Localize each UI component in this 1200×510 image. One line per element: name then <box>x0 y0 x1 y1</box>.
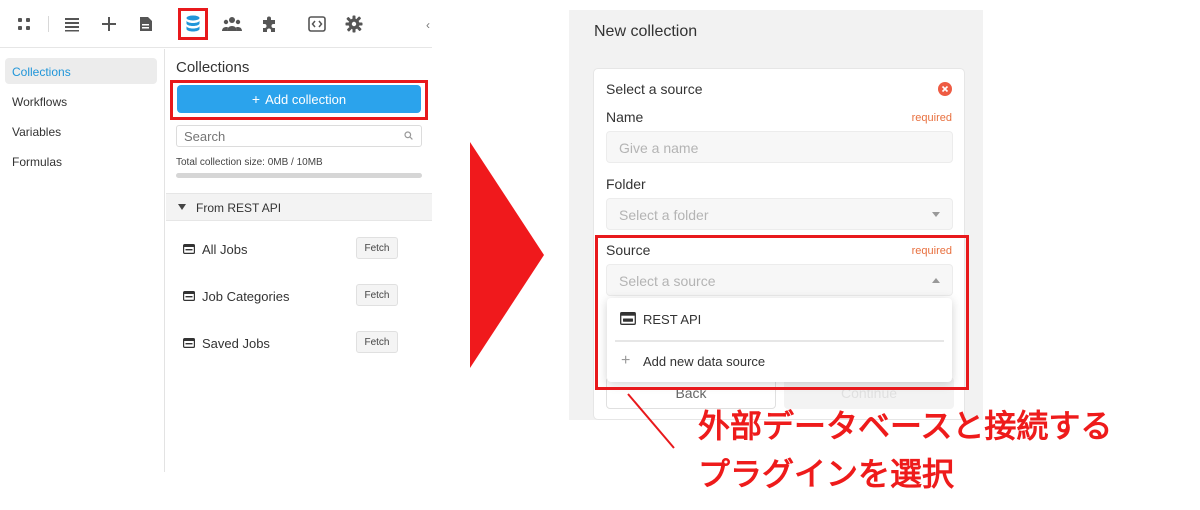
collection-row[interactable]: All Jobs Fetch <box>166 235 432 265</box>
collection-size-text: Total collection size: 0MB / 10MB <box>176 157 323 168</box>
sidebar-item-variables[interactable]: Variables <box>5 118 157 144</box>
database-highlight-box <box>178 8 208 40</box>
collection-row-label: All Jobs <box>202 242 248 257</box>
toolbar-divider <box>48 16 49 32</box>
collections-title: Collections <box>176 59 250 76</box>
caret-down-icon <box>932 212 940 217</box>
puzzle-icon[interactable] <box>258 12 282 36</box>
code-icon[interactable] <box>305 12 329 36</box>
plus-icon[interactable] <box>97 12 121 36</box>
add-collection-label: Add collection <box>265 91 347 107</box>
name-required-badge: required <box>911 112 952 124</box>
source-highlight-box <box>595 235 969 390</box>
collection-size-bar <box>176 173 422 178</box>
fetch-button[interactable]: Fetch <box>356 331 398 353</box>
annotation-line-1: 外部データベースと接続する <box>698 407 1113 445</box>
sidebar-item-workflows[interactable]: Workflows <box>5 88 157 114</box>
sidebar-item-formulas[interactable]: Formulas <box>5 148 157 174</box>
plus-icon: + <box>251 91 261 107</box>
close-icon[interactable] <box>938 82 952 96</box>
form-title: Select a source <box>606 81 703 97</box>
right-arrow-icon <box>470 142 544 368</box>
collection-row-label: Job Categories <box>202 289 290 304</box>
list-icon[interactable] <box>60 12 84 36</box>
collection-row[interactable]: Saved Jobs Fetch <box>166 329 432 359</box>
users-icon[interactable] <box>220 12 244 36</box>
folder-select[interactable]: Select a folder <box>606 198 953 230</box>
gear-icon[interactable] <box>342 12 366 36</box>
grid-icon[interactable] <box>12 12 36 36</box>
app-panel: ‹ Collections Workflows Variables Formul… <box>0 0 432 472</box>
api-icon <box>183 291 195 301</box>
collection-row-label: Saved Jobs <box>202 336 270 351</box>
fetch-button[interactable]: Fetch <box>356 284 398 306</box>
name-label: Name <box>606 109 644 125</box>
caret-down-icon <box>178 204 186 210</box>
sidebar: Collections Workflows Variables Formulas <box>0 49 165 472</box>
fetch-button[interactable]: Fetch <box>356 237 398 259</box>
api-icon <box>183 244 195 254</box>
document-icon[interactable] <box>134 12 158 36</box>
callout-line <box>627 393 675 449</box>
annotation-line-2: プラグインを選択 <box>698 455 955 493</box>
api-icon <box>183 338 195 348</box>
folder-select-placeholder: Select a folder <box>619 207 709 223</box>
search-input[interactable] <box>176 125 422 147</box>
collection-group-header[interactable]: From REST API <box>166 193 432 221</box>
collections-panel: Collections + Add collection Total colle… <box>166 49 432 472</box>
annotation-caption: 外部データベースと接続する プラグインを選択 <box>698 402 1178 498</box>
collection-row[interactable]: Job Categories Fetch <box>166 282 432 312</box>
collection-group-label: From REST API <box>196 201 282 215</box>
toolbar: ‹ <box>0 0 432 48</box>
add-collection-button[interactable]: + Add collection <box>177 85 421 113</box>
sidebar-item-collections[interactable]: Collections <box>5 58 157 84</box>
name-input[interactable]: Give a name <box>606 131 953 163</box>
new-collection-title: New collection <box>594 23 698 40</box>
toolbar-overflow-indicator[interactable]: ‹ <box>426 18 430 32</box>
search-icon <box>404 131 413 140</box>
folder-label: Folder <box>606 176 646 192</box>
